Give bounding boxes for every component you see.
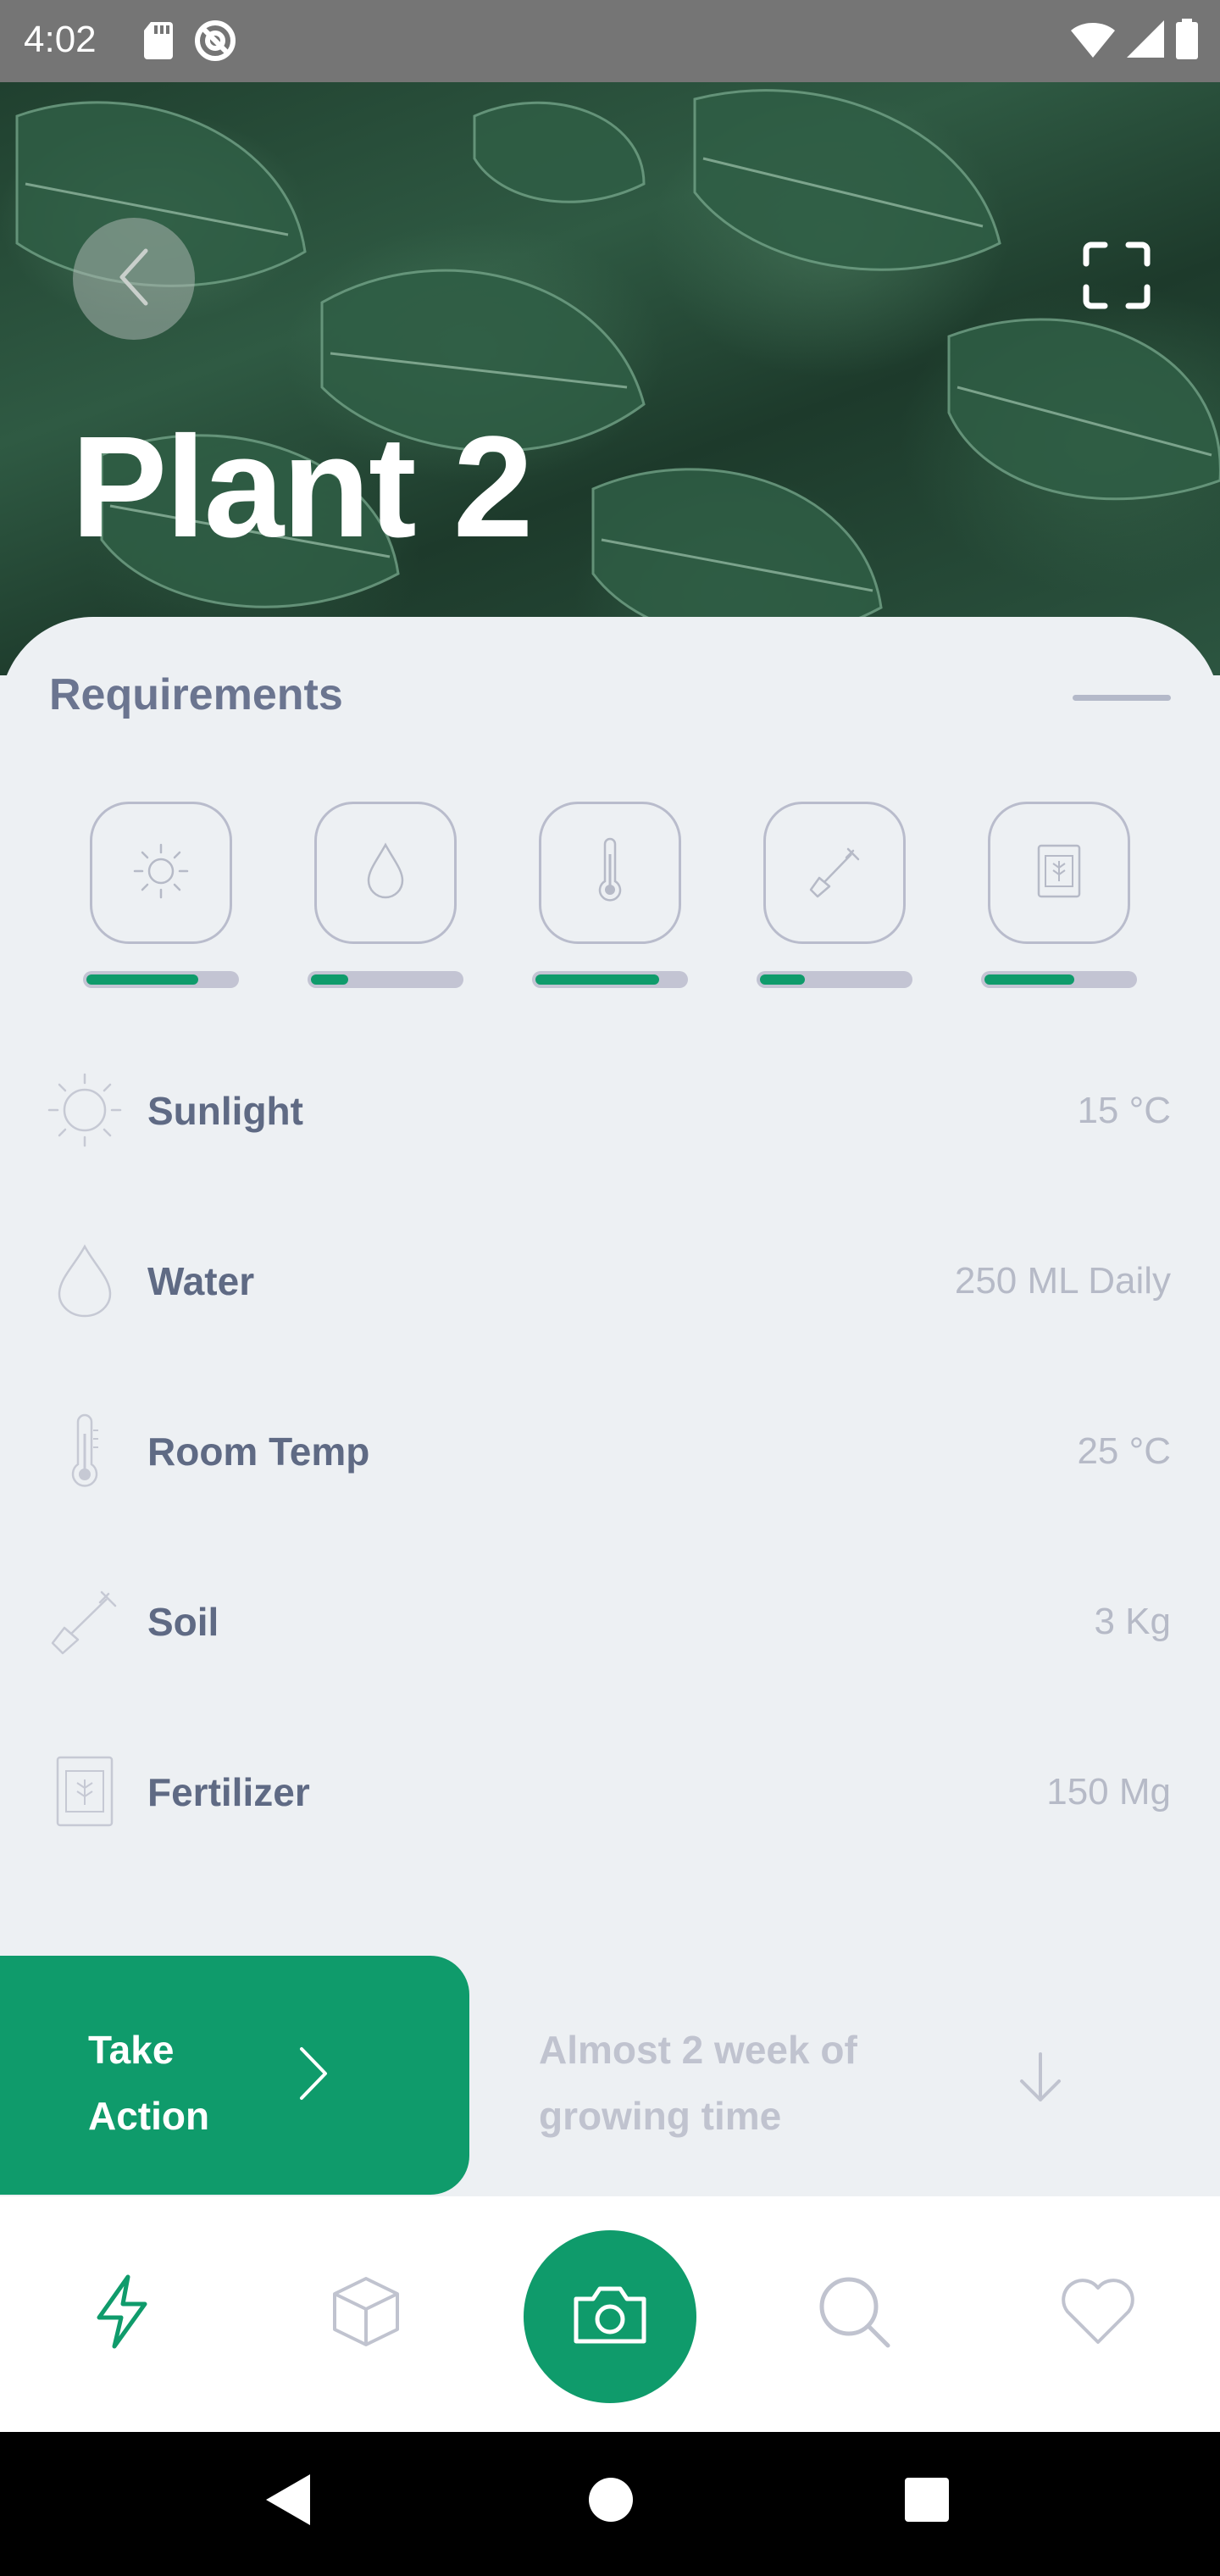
plant-title: Plant 2 [71, 407, 533, 568]
search-icon [815, 2273, 893, 2355]
level-fill [311, 974, 348, 985]
bottom-navigation [0, 2196, 1220, 2432]
system-navigation-bar [0, 2432, 1220, 2576]
requirement-value: 15 °C [1077, 1090, 1171, 1131]
nav-cube[interactable] [324, 2271, 408, 2356]
status-time: 4:02 [24, 19, 97, 60]
growing-time-text: Almost 2 week of growing time [539, 2017, 929, 2149]
requirements-sheet: Requirements Sunlight 15 °C Water 250 ML… [0, 617, 1220, 2195]
requirement-label: Water [147, 1259, 255, 1303]
back-button[interactable] [73, 218, 195, 340]
level-fill [760, 974, 805, 985]
tile-room-temp[interactable] [532, 802, 688, 988]
requirements-title: Requirements [49, 670, 343, 719]
room-temp-level-bar [532, 971, 688, 988]
hero-image: Plant 2 [0, 82, 1220, 675]
take-action-label-line2: Action [88, 2094, 210, 2138]
sd-card-icon [144, 22, 175, 64]
sunlight-level-bar [83, 971, 239, 988]
camera-icon [571, 2284, 649, 2351]
tile-water[interactable] [308, 802, 463, 988]
list-item-room-temp[interactable]: Room Temp 25 °C [0, 1398, 1220, 1500]
shovel-icon [47, 1584, 122, 1658]
nav-lightning[interactable] [80, 2271, 164, 2356]
soil-level-bar [757, 971, 912, 988]
list-item-water[interactable]: Water 250 ML Daily [0, 1228, 1220, 1330]
list-item-fertilizer[interactable]: Fertilizer 150 Mg [0, 1739, 1220, 1840]
cube-icon [328, 2273, 404, 2354]
requirement-label: Soil [147, 1600, 219, 1644]
requirement-label: Sunlight [147, 1089, 303, 1133]
level-fill [535, 974, 659, 985]
requirement-value: 150 Mg [1046, 1771, 1171, 1813]
level-fill [984, 974, 1074, 985]
fullscreen-icon [1083, 242, 1151, 313]
requirement-label: Fertilizer [147, 1770, 310, 1814]
shovel-icon [804, 841, 865, 906]
tile-soil[interactable] [757, 802, 912, 988]
take-action-button[interactable]: Take Action [0, 1956, 469, 2195]
wifi-icon [1071, 20, 1115, 62]
level-fill [86, 974, 198, 985]
thermometer-icon [593, 837, 627, 909]
system-recents-button[interactable] [903, 2473, 951, 2531]
status-bar: 4:02 [0, 0, 1220, 82]
sun-icon [47, 1073, 122, 1147]
water-drop-icon [360, 841, 411, 905]
growing-time-line1: Almost 2 week of [539, 2028, 857, 2072]
tile-sunlight[interactable] [83, 802, 239, 988]
requirement-value: 3 Kg [1094, 1601, 1171, 1642]
list-item-sunlight[interactable]: Sunlight 15 °C [0, 1058, 1220, 1159]
nav-search[interactable] [812, 2271, 896, 2356]
list-item-soil[interactable]: Soil 3 Kg [0, 1568, 1220, 1670]
take-action-label-line1: Take [88, 2028, 175, 2072]
battery-icon [1176, 19, 1198, 64]
requirement-value: 250 ML Daily [954, 1260, 1171, 1302]
water-level-bar [308, 971, 463, 988]
fertilizer-bag-icon [47, 1754, 122, 1829]
growing-time-line2: growing time [539, 2094, 782, 2138]
system-back-button[interactable] [264, 2473, 312, 2531]
sun-icon [131, 841, 191, 905]
fullscreen-button[interactable] [1083, 242, 1151, 309]
camera-button[interactable] [524, 2230, 696, 2403]
requirement-value: 25 °C [1077, 1430, 1171, 1472]
lightning-icon [92, 2273, 152, 2354]
fertilizer-level-bar [981, 971, 1137, 988]
requirement-tiles [0, 802, 1220, 1005]
nav-favorites[interactable] [1056, 2271, 1140, 2356]
tile-fertilizer[interactable] [981, 802, 1137, 988]
water-drop-icon [47, 1243, 122, 1318]
thermometer-icon [47, 1413, 122, 1488]
arrow-down-icon[interactable] [1017, 2051, 1064, 2109]
chevron-left-icon [117, 247, 151, 311]
system-home-button[interactable] [588, 2473, 634, 2531]
chevron-right-icon [297, 2044, 330, 2107]
fertilizer-bag-icon [1034, 841, 1084, 906]
sheet-drag-handle[interactable] [1073, 695, 1171, 701]
requirement-label: Room Temp [147, 1430, 370, 1474]
sync-icon [193, 19, 237, 67]
signal-icon [1127, 20, 1164, 62]
monstera-leaves-image [15, 89, 1220, 642]
heart-icon [1059, 2278, 1137, 2350]
